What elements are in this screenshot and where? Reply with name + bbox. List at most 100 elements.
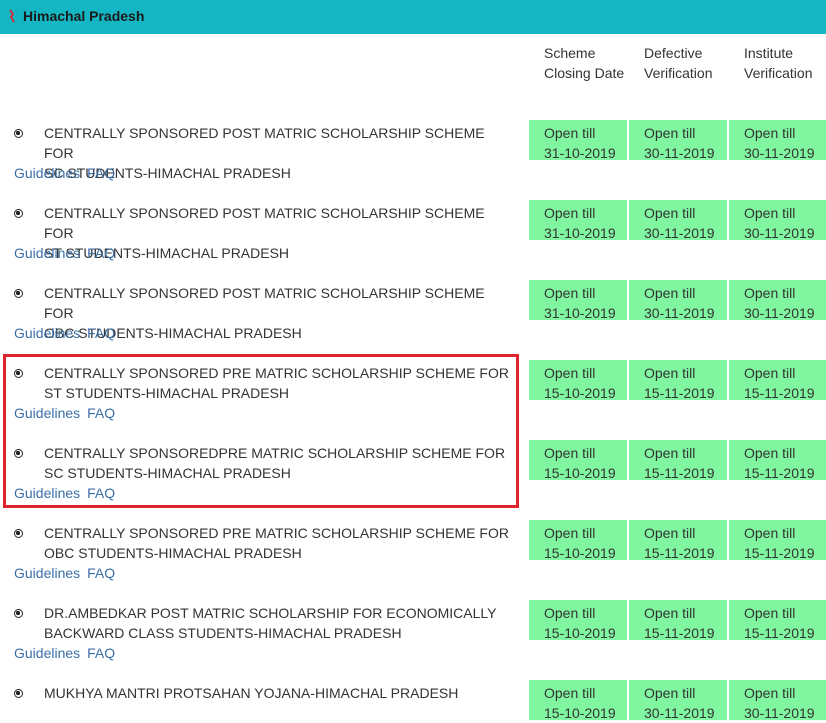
guidelines-link[interactable]: Guidelines (14, 645, 80, 661)
institute-verification-cell: Open till 30-11-2019 (729, 120, 826, 161)
date-value: 15-11-2019 (644, 545, 715, 561)
open-till-label: Open till (644, 445, 696, 461)
closing-date-cell: Open till 15-10-2019 (529, 600, 627, 641)
scheme-links: Guidelines FAQ (14, 643, 115, 663)
date-value: 15-11-2019 (744, 545, 815, 561)
scheme-links: Guidelines FAQ (14, 563, 115, 583)
open-till-label: Open till (544, 205, 596, 221)
scheme-radio-button[interactable] (14, 129, 23, 138)
defective-verification-cell: Open till 15-11-2019 (629, 600, 727, 641)
open-till-label: Open till (544, 605, 596, 621)
faq-link[interactable]: FAQ (87, 645, 115, 661)
date-value: 15-11-2019 (644, 465, 715, 481)
guidelines-link[interactable]: Guidelines (14, 325, 80, 341)
faq-link[interactable]: FAQ (87, 565, 115, 581)
guidelines-link[interactable]: Guidelines (14, 245, 80, 261)
faq-link[interactable]: FAQ (87, 405, 115, 421)
open-till-label: Open till (644, 605, 696, 621)
state-title: Himachal Pradesh (23, 8, 145, 24)
scheme-name: CENTRALLY SPONSORED PRE MATRIC SCHOLARSH… (44, 523, 514, 563)
date-value: 30-11-2019 (744, 705, 815, 721)
institute-verification-cell: Open till 30-11-2019 (729, 280, 826, 321)
scheme-name-line: CENTRALLY SPONSOREDPRE MATRIC SCHOLARSHI… (44, 445, 506, 461)
scheme-radio-button[interactable] (14, 369, 23, 378)
scheme-name-line: CENTRALLY SPONSORED POST MATRIC SCHOLARS… (44, 285, 485, 321)
scheme-name-line: CENTRALLY SPONSORED POST MATRIC SCHOLARS… (44, 205, 485, 241)
closing-date-cell: Open till 15-10-2019 (529, 440, 627, 481)
scheme-name: MUKHYA MANTRI PROTSAHAN YOJANA-HIMACHAL … (44, 683, 514, 703)
faq-link[interactable]: FAQ (87, 485, 115, 501)
defective-verification-cell: Open till 30-11-2019 (629, 680, 727, 721)
scheme-name-line: OBC STUDENTS-HIMACHAL PRADESH (44, 545, 302, 561)
scheme-links: Guidelines FAQ (14, 403, 115, 423)
closing-date-cell: Open till 15-10-2019 (529, 680, 627, 721)
scheme-radio-button[interactable] (14, 689, 23, 698)
date-value: 31-10-2019 (544, 305, 616, 321)
open-till-label: Open till (544, 525, 596, 541)
closing-date-cell: Open till 31-10-2019 (529, 280, 627, 321)
guidelines-link[interactable]: Guidelines (14, 405, 80, 421)
faq-link[interactable]: FAQ (87, 325, 115, 341)
closing-date-cell: Open till 15-10-2019 (529, 520, 627, 561)
open-till-label: Open till (544, 365, 596, 381)
defective-verification-cell: Open till 30-11-2019 (629, 200, 727, 241)
open-till-label: Open till (644, 285, 696, 301)
date-value: 30-11-2019 (644, 705, 715, 721)
scheme-radio-button[interactable] (14, 209, 23, 218)
open-till-label: Open till (744, 205, 796, 221)
column-header-closing-date: Scheme Closing Date (544, 45, 625, 81)
faq-link[interactable]: FAQ (87, 245, 115, 261)
date-value: 15-11-2019 (744, 625, 815, 641)
institute-verification-cell: Open till 15-11-2019 (729, 600, 826, 641)
defective-verification-cell: Open till 30-11-2019 (629, 120, 727, 161)
date-value: 30-11-2019 (744, 225, 815, 241)
open-till-label: Open till (544, 125, 596, 141)
state-marker-icon (9, 9, 15, 23)
scheme-radio-button[interactable] (14, 289, 23, 298)
open-till-label: Open till (744, 605, 796, 621)
column-header-defective-verification: Defective Verification (644, 45, 713, 81)
open-till-label: Open till (644, 205, 696, 221)
scheme-name-line: CENTRALLY SPONSORED PRE MATRIC SCHOLARSH… (44, 365, 509, 381)
date-value: 15-10-2019 (544, 465, 616, 481)
closing-date-cell: Open till 15-10-2019 (529, 360, 627, 401)
date-value: 15-10-2019 (544, 705, 616, 721)
scheme-name-line: DR.AMBEDKAR POST MATRIC SCHOLARSHIP FOR … (44, 605, 497, 621)
scheme-radio-button[interactable] (14, 449, 23, 458)
defective-verification-cell: Open till 15-11-2019 (629, 360, 727, 401)
open-till-label: Open till (744, 685, 796, 701)
date-value: 15-11-2019 (644, 385, 715, 401)
date-value: 30-11-2019 (644, 305, 715, 321)
scheme-links: Guidelines FAQ (14, 243, 115, 263)
open-till-label: Open till (644, 685, 696, 701)
closing-date-cell: Open till 31-10-2019 (529, 200, 627, 241)
date-value: 31-10-2019 (544, 145, 616, 161)
scheme-links: Guidelines FAQ (14, 483, 115, 503)
scheme-links: Guidelines FAQ (14, 323, 115, 343)
date-value: 31-10-2019 (544, 225, 616, 241)
guidelines-link[interactable]: Guidelines (14, 165, 80, 181)
open-till-label: Open till (744, 525, 796, 541)
open-till-label: Open till (744, 445, 796, 461)
scheme-name-line: SC STUDENTS-HIMACHAL PRADESH (44, 465, 291, 481)
date-value: 30-11-2019 (644, 225, 715, 241)
institute-verification-cell: Open till 30-11-2019 (729, 200, 826, 241)
date-value: 15-11-2019 (644, 625, 715, 641)
scheme-name-line: BACKWARD CLASS STUDENTS-HIMACHAL PRADESH (44, 625, 402, 641)
scheme-radio-button[interactable] (14, 609, 23, 618)
date-value: 15-10-2019 (544, 385, 616, 401)
open-till-label: Open till (644, 125, 696, 141)
scheme-name-line: ST STUDENTS-HIMACHAL PRADESH (44, 385, 290, 401)
scheme-name-line: CENTRALLY SPONSORED PRE MATRIC SCHOLARSH… (44, 525, 509, 541)
open-till-label: Open till (544, 445, 596, 461)
institute-verification-cell: Open till 30-11-2019 (729, 680, 826, 721)
guidelines-link[interactable]: Guidelines (14, 485, 80, 501)
closing-date-cell: Open till 31-10-2019 (529, 120, 627, 161)
guidelines-link[interactable]: Guidelines (14, 565, 80, 581)
scheme-radio-button[interactable] (14, 529, 23, 538)
faq-link[interactable]: FAQ (87, 165, 115, 181)
open-till-label: Open till (544, 285, 596, 301)
institute-verification-cell: Open till 15-11-2019 (729, 520, 826, 561)
open-till-label: Open till (744, 125, 796, 141)
state-header: Himachal Pradesh (0, 0, 826, 34)
